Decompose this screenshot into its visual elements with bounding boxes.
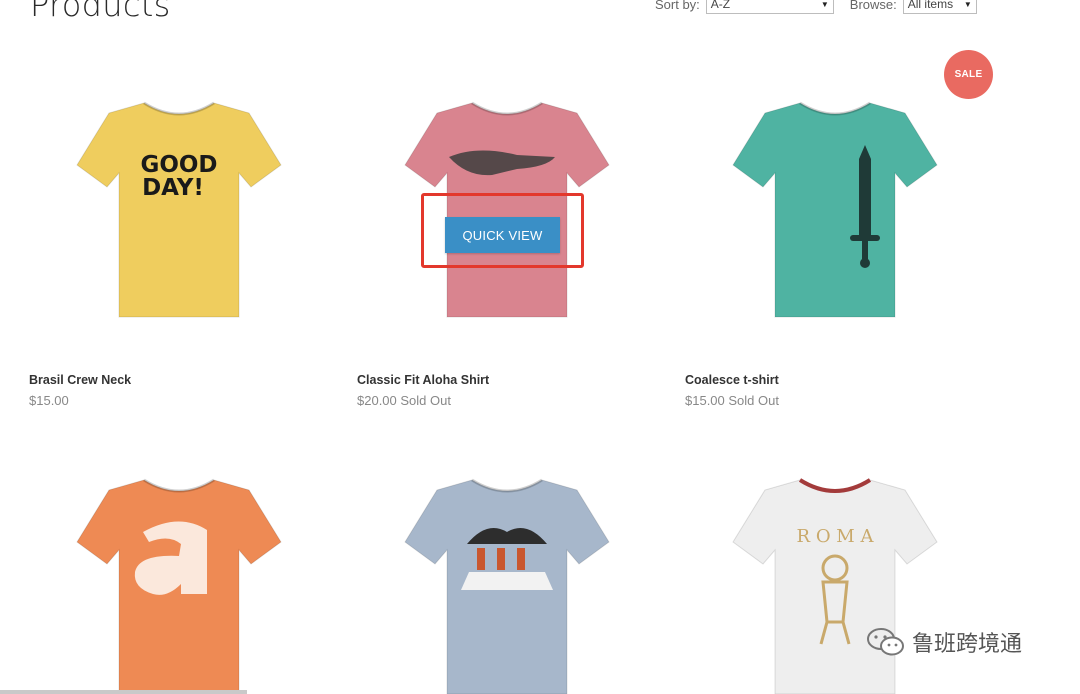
tshirt-icon: R O M A bbox=[732, 478, 938, 694]
sort-select[interactable]: A-Z ▼ bbox=[705, 0, 834, 14]
browse-label: Browse: bbox=[849, 0, 897, 12]
product-price: $15.00 Sold Out bbox=[685, 393, 779, 408]
product-image[interactable] bbox=[357, 472, 657, 694]
page-title: Products bbox=[30, 0, 171, 24]
sale-badge: SALE bbox=[944, 50, 993, 99]
sort-label: Sort by: bbox=[655, 0, 700, 12]
product-image[interactable]: GOOD DAY! bbox=[29, 95, 329, 345]
wechat-icon bbox=[867, 628, 904, 656]
shirt-body bbox=[732, 102, 938, 318]
product-image[interactable] bbox=[685, 95, 985, 345]
product-image[interactable] bbox=[29, 472, 329, 694]
shirt-body bbox=[732, 479, 938, 694]
toolbar: Sort by: A-Z ▼ Browse: All items ▼ bbox=[655, 0, 977, 14]
sort-value: A-Z bbox=[710, 0, 731, 11]
good-day-line-2: DAY! bbox=[142, 175, 204, 201]
roma-text: R O M A bbox=[797, 526, 875, 547]
horizontal-scrollbar[interactable] bbox=[0, 690, 247, 694]
tshirt-icon bbox=[732, 101, 938, 318]
product-price: $20.00 Sold Out bbox=[357, 393, 451, 408]
tshirt-icon bbox=[404, 478, 610, 694]
chevron-down-icon: ▼ bbox=[820, 0, 829, 9]
watermark-text: 鲁班跨境通 bbox=[912, 632, 1023, 657]
tshirt-icon: GOOD DAY! bbox=[76, 101, 282, 318]
shirt-body bbox=[76, 102, 282, 318]
shirt-body bbox=[76, 479, 282, 694]
browse-value: All items bbox=[907, 0, 954, 11]
product-image[interactable]: R O M A bbox=[685, 472, 985, 694]
product-name[interactable]: Brasil Crew Neck bbox=[29, 373, 131, 387]
tshirt-icon bbox=[76, 478, 282, 694]
product-name[interactable]: Coalesce t-shirt bbox=[685, 373, 779, 387]
product-price: $15.00 bbox=[29, 393, 69, 408]
chevron-down-icon: ▼ bbox=[963, 0, 972, 9]
browse-select[interactable]: All items ▼ bbox=[902, 0, 977, 14]
watermark: 鲁班跨境通 bbox=[866, 626, 1022, 658]
quick-view-button[interactable]: QUICK VIEW bbox=[445, 217, 560, 253]
product-name[interactable]: Classic Fit Aloha Shirt bbox=[357, 373, 489, 387]
